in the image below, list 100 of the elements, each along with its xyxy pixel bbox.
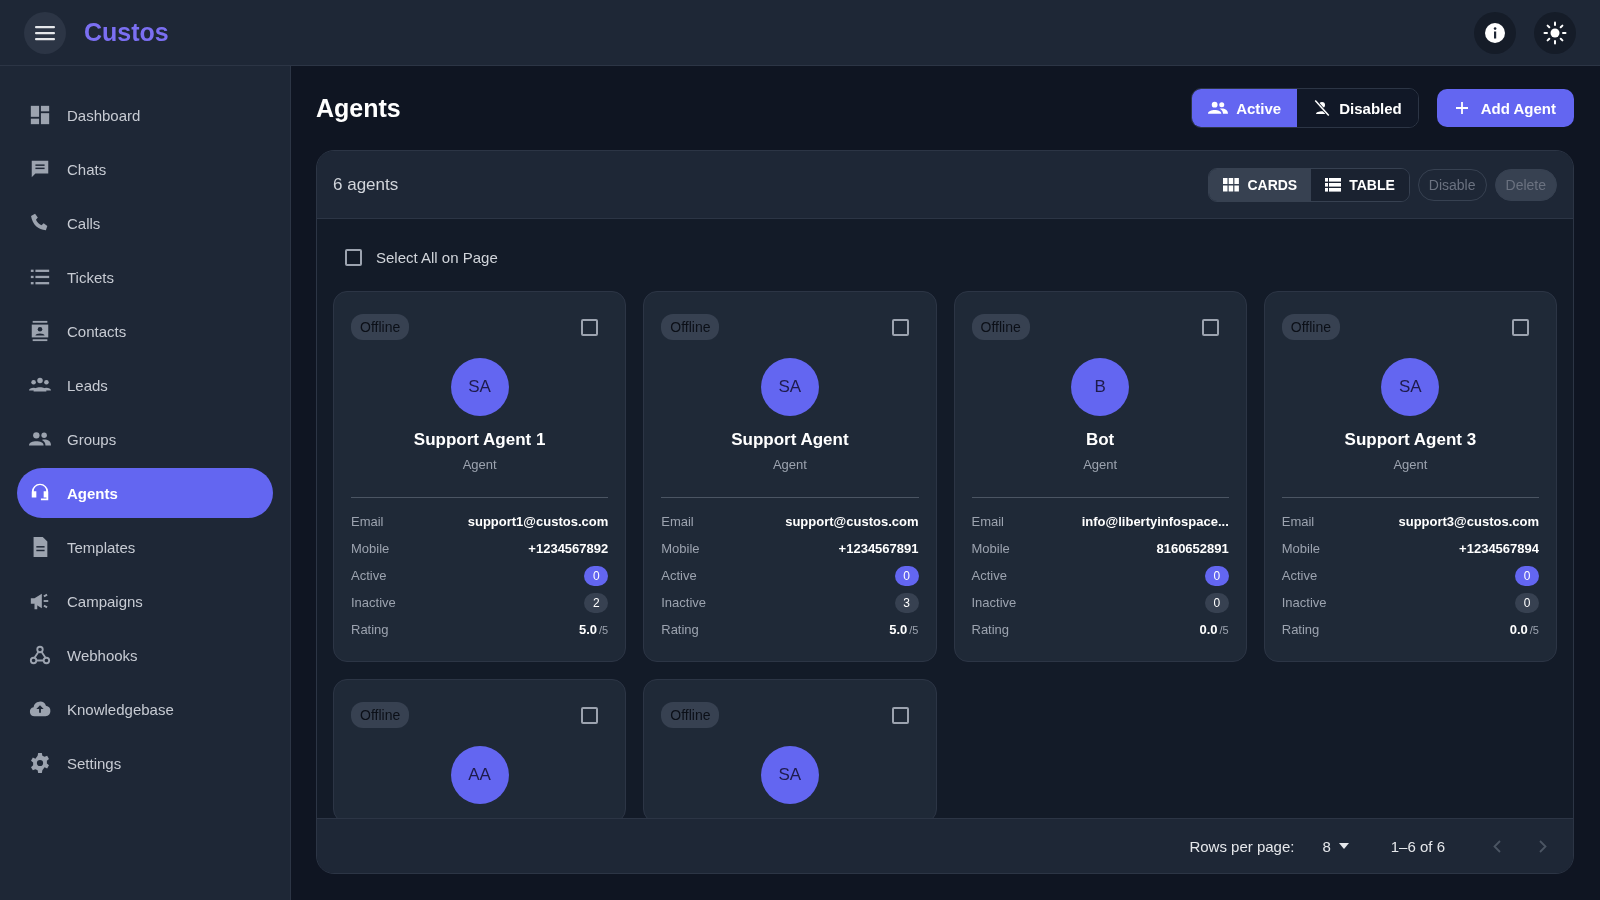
sidebar-item[interactable]: Dashboard xyxy=(17,90,273,140)
field-value: info@libertyinfospace... xyxy=(1081,514,1229,529)
sidebar-item[interactable]: Campaigns xyxy=(17,576,273,626)
brand-logo[interactable]: Custos xyxy=(84,18,169,47)
sidebar-item[interactable]: Chats xyxy=(17,144,273,194)
menu-icon xyxy=(35,24,55,41)
card-checkbox[interactable] xyxy=(891,706,909,724)
person-off-icon xyxy=(1313,99,1332,117)
status-badge: Offline xyxy=(971,314,1030,340)
sidebar-item[interactable]: Settings xyxy=(17,738,273,788)
sidebar-item[interactable]: Groups xyxy=(17,414,273,464)
sidebar-item[interactable]: Tickets xyxy=(17,252,273,302)
field-label: Mobile xyxy=(661,541,700,556)
field-label: Rating xyxy=(971,622,1010,637)
sidebar-item[interactable]: Agents xyxy=(17,468,273,518)
field-label: Email xyxy=(661,514,694,529)
rating-value: 0.0 xyxy=(1199,622,1218,637)
field-label: Active xyxy=(661,568,697,583)
card-checkbox[interactable] xyxy=(1201,318,1219,336)
field-label: Email xyxy=(1281,514,1315,529)
card-checkbox[interactable] xyxy=(891,318,909,336)
select-all-label: Select All on Page xyxy=(376,248,498,266)
rating-value: 5.0 xyxy=(579,622,598,637)
field-value: +1234567894 xyxy=(1459,541,1539,556)
sidebar-item[interactable]: Calls xyxy=(17,198,273,248)
field-label: Inactive xyxy=(971,595,1017,610)
rating-max: /5 xyxy=(1529,624,1539,636)
status-badge: Offline xyxy=(661,702,720,728)
plus-icon xyxy=(1454,101,1469,115)
select-all-checkbox[interactable] xyxy=(345,248,362,266)
field-label: Rating xyxy=(1281,622,1320,637)
add-agent-button[interactable]: Add Agent xyxy=(1436,89,1574,127)
active-filter-tab[interactable]: Active xyxy=(1192,89,1298,127)
avatar: AA xyxy=(450,746,509,804)
status-badge: Offline xyxy=(351,702,410,728)
rating-value: 0.0 xyxy=(1509,622,1528,637)
card-checkbox[interactable] xyxy=(581,318,599,336)
sidebar-item[interactable]: Contacts xyxy=(17,306,273,356)
status-badge: Offline xyxy=(661,314,720,340)
agent-name: Support Agent xyxy=(730,430,850,450)
field-value: +1234567892 xyxy=(528,541,609,556)
agent-name: Support Agent 3 xyxy=(1343,430,1478,450)
webhook-icon xyxy=(29,644,51,666)
chevron-left-icon xyxy=(1493,839,1501,853)
agent-name: Support Agent 1 xyxy=(412,430,547,450)
field-value: support@custos.com xyxy=(785,514,919,529)
field-label: Rating xyxy=(351,622,389,637)
rows-per-page-label: Rows per page: xyxy=(1189,837,1295,855)
card-checkbox[interactable] xyxy=(581,706,599,724)
sidebar-item[interactable]: Leads xyxy=(17,360,273,410)
rating-max: /5 xyxy=(599,624,609,636)
field-label: Mobile xyxy=(1281,541,1321,556)
page-range: 1–6 of 6 xyxy=(1390,837,1445,855)
active-count-badge: 0 xyxy=(894,565,919,586)
field-label: Email xyxy=(971,514,1004,529)
theme-toggle-button[interactable] xyxy=(1534,11,1576,54)
inactive-count-badge: 0 xyxy=(1515,592,1539,613)
field-value: support3@custos.com xyxy=(1398,514,1539,529)
people-icon xyxy=(1208,100,1229,116)
field-value: support1@custos.com xyxy=(467,514,609,529)
agent-role: Agent xyxy=(771,457,808,472)
inactive-count-badge: 3 xyxy=(894,592,919,613)
field-label: Active xyxy=(971,568,1007,583)
field-label: Mobile xyxy=(971,541,1010,556)
field-label: Inactive xyxy=(351,595,396,610)
active-count-badge: 0 xyxy=(1204,565,1229,586)
sidebar-item[interactable]: Knowledgebase xyxy=(17,684,273,734)
caret-icon xyxy=(1338,843,1349,849)
field-label: Active xyxy=(1281,568,1318,583)
chevron-right-icon xyxy=(1539,839,1547,853)
grid-icon xyxy=(1223,177,1240,192)
sidebar-item[interactable]: Webhooks xyxy=(17,630,273,680)
agent-role: Agent xyxy=(1082,457,1119,472)
agent-role: Agent xyxy=(1392,457,1429,472)
field-label: Inactive xyxy=(661,595,707,610)
table-view-tab[interactable]: TABLE xyxy=(1311,168,1409,201)
rating-max: /5 xyxy=(1219,624,1229,636)
menu-button[interactable] xyxy=(24,11,66,54)
inactive-count-badge: 0 xyxy=(1204,592,1229,613)
contact-card-icon xyxy=(29,320,51,342)
inactive-count-badge: 2 xyxy=(584,592,609,613)
avatar: B xyxy=(1071,358,1130,416)
status-badge: Offline xyxy=(1281,314,1340,340)
field-value: 8160652891 xyxy=(1156,541,1229,556)
avatar: SA xyxy=(450,358,509,416)
field-label: Active xyxy=(351,568,387,583)
active-count-badge: 0 xyxy=(584,565,609,586)
status-badge: Offline xyxy=(351,314,410,340)
cards-view-tab[interactable]: CARDS xyxy=(1209,168,1312,201)
field-label: Mobile xyxy=(351,541,390,556)
sidebar-item[interactable]: Templates xyxy=(17,522,273,572)
avatar: SA xyxy=(760,358,819,416)
rating-value: 5.0 xyxy=(889,622,908,637)
card-checkbox[interactable] xyxy=(1512,318,1529,336)
info-button[interactable] xyxy=(1474,11,1516,54)
rows-per-page-select[interactable]: 8 xyxy=(1316,836,1355,856)
avatar: SA xyxy=(1381,358,1440,416)
page-title: Agents xyxy=(316,93,402,123)
field-label: Email xyxy=(351,514,384,529)
sun-icon xyxy=(1543,20,1567,45)
